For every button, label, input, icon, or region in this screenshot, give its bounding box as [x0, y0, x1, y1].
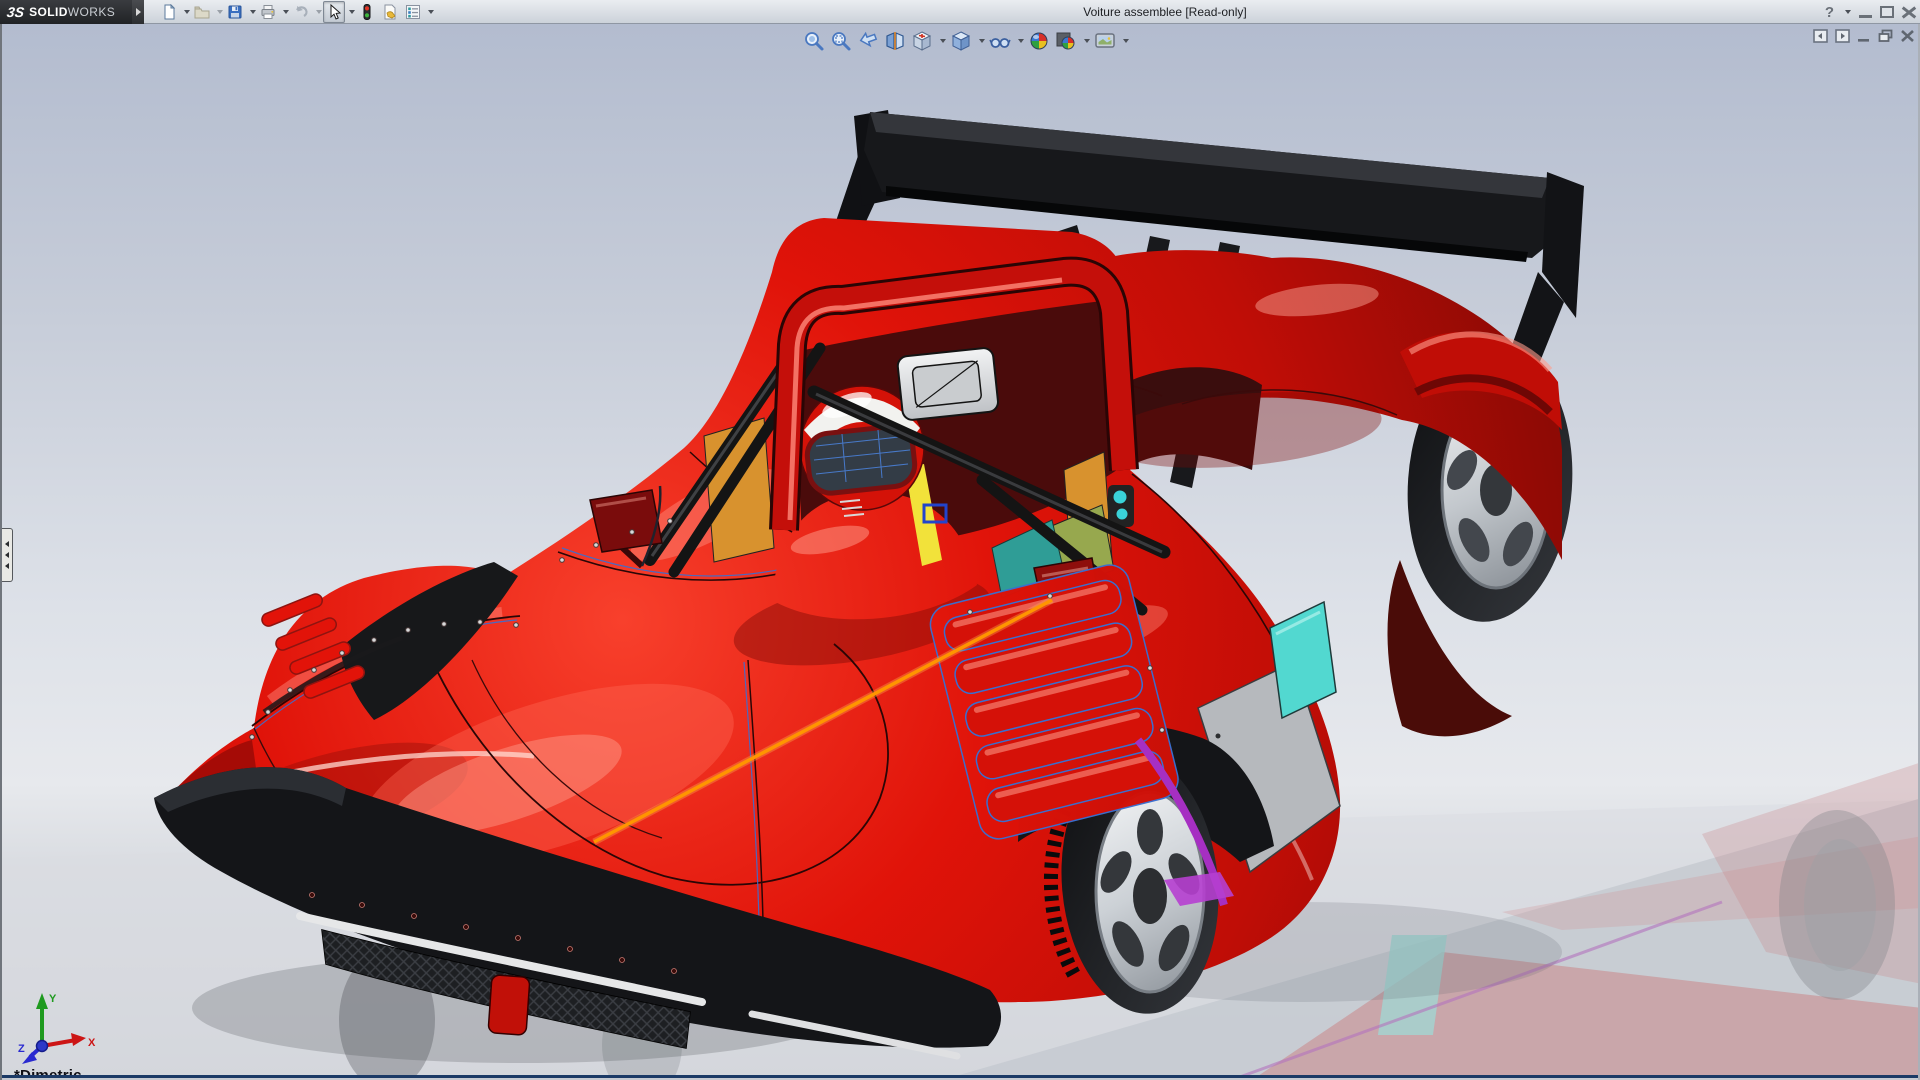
titlebar: 3S SOLIDWORKS	[0, 0, 1920, 24]
print-button[interactable]	[257, 1, 279, 23]
edit-appearance-icon	[1028, 30, 1050, 52]
pane-right-icon	[1835, 29, 1850, 43]
view-orientation-dropdown[interactable]	[940, 39, 946, 43]
expand-arrow-icon	[5, 563, 9, 569]
flyout-arrow-icon	[136, 8, 141, 16]
file-properties-button[interactable]	[379, 1, 401, 23]
previous-view-icon	[857, 30, 879, 52]
new-document-dropdown[interactable]	[184, 10, 190, 14]
apply-scene-icon	[1055, 30, 1077, 52]
show-pane-right-button[interactable]	[1835, 29, 1850, 43]
show-pane-left-button[interactable]	[1813, 29, 1828, 43]
hide-show-items-dropdown[interactable]	[1018, 39, 1024, 43]
save-floppy-icon	[227, 4, 243, 20]
reference-triad[interactable]: Y X Z	[18, 988, 102, 1068]
expand-arrow-icon	[5, 552, 9, 558]
display-style-button[interactable]	[949, 28, 973, 54]
view-settings-dropdown[interactable]	[1123, 39, 1129, 43]
view-orientation-button[interactable]	[910, 28, 934, 54]
hide-show-items-button[interactable]	[988, 28, 1012, 54]
pane-left-icon	[1813, 29, 1828, 43]
display-style-icon	[950, 30, 972, 52]
new-document-icon	[161, 4, 177, 20]
restore-button[interactable]	[1880, 6, 1894, 18]
expand-arrow-icon	[5, 541, 9, 547]
solidworks-logo-mark: 3S	[6, 4, 25, 20]
zoom-to-area-button[interactable]	[829, 28, 853, 54]
zoom-to-area-icon	[830, 30, 852, 52]
doc-close-icon	[1900, 29, 1915, 43]
solidworks-logo: 3S SOLIDWORKS	[0, 0, 132, 24]
view-orientation-icon	[911, 30, 933, 52]
triad-z-label: Z	[18, 1043, 25, 1055]
main-toolbar	[158, 1, 434, 23]
headsup-view-toolbar	[802, 28, 1129, 54]
hide-show-items-icon	[989, 30, 1011, 52]
triad-y-label: Y	[49, 993, 57, 1005]
select-dropdown[interactable]	[349, 10, 355, 14]
menu-flyout-button[interactable]	[132, 0, 144, 24]
triad-y-arrow	[36, 993, 48, 1009]
undo-button[interactable]	[290, 1, 312, 23]
close-button[interactable]	[1902, 6, 1916, 18]
print-icon	[260, 4, 276, 20]
doc-minimize-button[interactable]	[1857, 29, 1871, 43]
graphics-viewport[interactable]: Y X Z *Dimetric	[0, 24, 1920, 1080]
save-button[interactable]	[224, 1, 246, 23]
doc-close-button[interactable]	[1900, 29, 1915, 43]
file-properties-icon	[382, 4, 398, 20]
apply-scene-dropdown[interactable]	[1084, 39, 1090, 43]
zoom-to-fit-icon	[803, 30, 825, 52]
undo-dropdown[interactable]	[316, 10, 322, 14]
model-scene	[2, 24, 1920, 1080]
options-list-icon	[405, 4, 421, 20]
previous-view-button[interactable]	[856, 28, 880, 54]
open-dropdown[interactable]	[217, 10, 223, 14]
help-dropdown[interactable]	[1845, 10, 1851, 14]
window-title: Voiture assemblee [Read-only]	[1083, 0, 1246, 24]
display-style-dropdown[interactable]	[979, 39, 985, 43]
undo-icon	[293, 4, 309, 20]
select-tool-button[interactable]	[323, 1, 345, 23]
window-controls: ?	[1825, 0, 1916, 24]
open-button[interactable]	[191, 1, 213, 23]
select-cursor-icon	[326, 4, 342, 20]
options-dropdown[interactable]	[428, 10, 434, 14]
doc-minimize-icon	[1857, 29, 1871, 43]
close-icon	[1902, 6, 1916, 18]
apply-scene-button[interactable]	[1054, 28, 1078, 54]
minimize-icon	[1859, 15, 1872, 18]
intake-box	[897, 347, 999, 421]
doc-restore-button[interactable]	[1878, 29, 1893, 43]
triad-x-arrow	[71, 1033, 86, 1046]
view-settings-icon	[1094, 30, 1116, 52]
feature-manager-collapsed-tab[interactable]	[2, 528, 13, 582]
help-button[interactable]: ?	[1825, 4, 1834, 21]
open-folder-icon	[194, 4, 210, 20]
solidworks-window: 3S SOLIDWORKS	[0, 0, 1920, 1080]
section-view-icon	[884, 30, 906, 52]
triad-x-label: X	[88, 1037, 96, 1049]
solidworks-brand: SOLIDWORKS	[29, 5, 115, 19]
document-window-controls	[1813, 29, 1915, 43]
doc-restore-icon	[1878, 29, 1893, 43]
section-view-button[interactable]	[883, 28, 907, 54]
options-button[interactable]	[402, 1, 424, 23]
print-dropdown[interactable]	[283, 10, 289, 14]
minimize-button[interactable]	[1859, 7, 1872, 18]
rebuild-traffic-light-icon	[359, 4, 375, 20]
new-document-button[interactable]	[158, 1, 180, 23]
rebuild-button[interactable]	[356, 1, 378, 23]
save-dropdown[interactable]	[250, 10, 256, 14]
edit-appearance-button[interactable]	[1027, 28, 1051, 54]
zoom-to-fit-button[interactable]	[802, 28, 826, 54]
view-settings-button[interactable]	[1093, 28, 1117, 54]
triad-origin	[37, 1041, 48, 1052]
restore-icon	[1880, 6, 1894, 18]
